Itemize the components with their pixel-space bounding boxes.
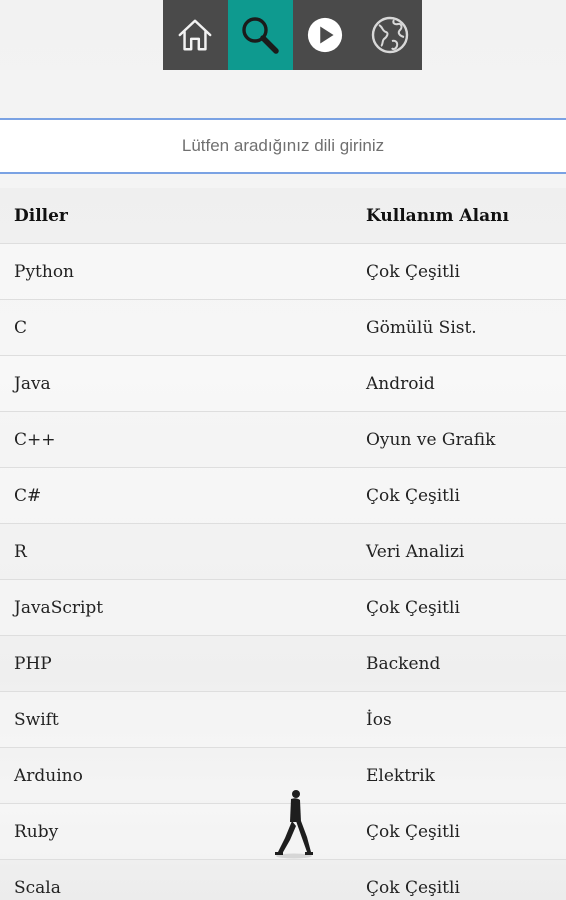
language-cell: C#	[0, 467, 366, 524]
nav-search-button[interactable]	[227, 0, 293, 70]
nav-globe-button[interactable]	[357, 0, 422, 70]
nav-play-button[interactable]	[292, 0, 358, 70]
language-cell: Python	[0, 243, 366, 300]
usage-cell: Çok Çeşitli	[366, 803, 566, 860]
table-row: PHP Backend	[0, 635, 566, 692]
usage-cell: Çok Çeşitli	[366, 579, 566, 636]
home-icon	[178, 19, 212, 51]
table-header-row: Diller Kullanım Alanı	[0, 188, 566, 244]
usage-cell: Veri Analizi	[366, 523, 566, 580]
table-row: C++ Oyun ve Grafik	[0, 411, 566, 468]
top-nav	[163, 0, 422, 70]
header-languages: Diller	[0, 188, 366, 244]
usage-cell: Oyun ve Grafik	[366, 411, 566, 468]
language-cell: Scala	[0, 859, 366, 900]
search-icon	[242, 17, 279, 54]
table-row: Python Çok Çeşitli	[0, 243, 566, 300]
table-row: R Veri Analizi	[0, 523, 566, 580]
nav-home-button[interactable]	[163, 0, 228, 70]
globe-icon	[371, 16, 408, 54]
usage-cell: Çok Çeşitli	[366, 859, 566, 900]
header-usage-area: Kullanım Alanı	[366, 188, 566, 244]
language-cell: R	[0, 523, 366, 580]
table-row: Scala Çok Çeşitli	[0, 859, 566, 900]
language-cell: C	[0, 299, 366, 356]
play-icon	[307, 17, 342, 53]
language-cell: PHP	[0, 635, 366, 692]
usage-cell: Gömülü Sist.	[366, 299, 566, 356]
language-cell: C++	[0, 411, 366, 468]
usage-cell: Android	[366, 355, 566, 412]
usage-cell: Elektrik	[366, 747, 566, 804]
table-row: JavaScript Çok Çeşitli	[0, 579, 566, 636]
search-input[interactable]	[0, 120, 566, 172]
search-bar	[0, 118, 566, 174]
walking-person-image	[275, 790, 313, 859]
language-cell: Swift	[0, 691, 366, 748]
usage-cell: Çok Çeşitli	[366, 243, 566, 300]
language-cell: JavaScript	[0, 579, 366, 636]
language-cell: Java	[0, 355, 366, 412]
table-row: C# Çok Çeşitli	[0, 467, 566, 524]
usage-cell: Backend	[366, 635, 566, 692]
table-row: Java Android	[0, 355, 566, 412]
table-row: C Gömülü Sist.	[0, 299, 566, 356]
usage-cell: İos	[366, 691, 566, 748]
table-row: Swift İos	[0, 691, 566, 748]
usage-cell: Çok Çeşitli	[366, 467, 566, 524]
